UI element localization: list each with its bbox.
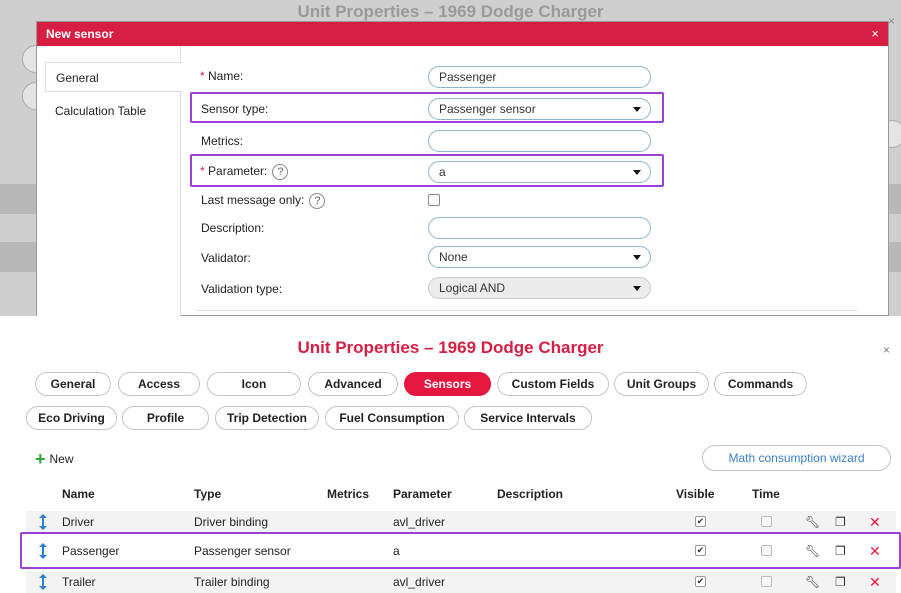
delete-icon[interactable]: ✕ bbox=[869, 571, 881, 593]
sensor-parameter: avl_driver bbox=[393, 515, 446, 529]
tab-fuel-consumption[interactable]: Fuel Consumption bbox=[325, 406, 459, 430]
drag-handle-icon[interactable] bbox=[39, 514, 47, 530]
tab-sensors[interactable]: Sensors bbox=[404, 372, 491, 396]
wrench-icon[interactable]: 🔧︎ bbox=[805, 571, 820, 593]
dialog-sidebar: General Calculation Table bbox=[37, 46, 182, 316]
tab-general[interactable]: General bbox=[45, 62, 182, 92]
visible-checkbox[interactable]: ✔ bbox=[695, 576, 706, 587]
tab-commands[interactable]: Commands bbox=[714, 372, 807, 396]
highlight-box bbox=[190, 92, 664, 123]
description-label: Description: bbox=[201, 221, 265, 235]
highlight-box bbox=[190, 154, 664, 187]
column-header-name: Name bbox=[62, 487, 95, 501]
help-icon[interactable]: ? bbox=[309, 193, 326, 209]
sensor-type: Driver binding bbox=[194, 515, 269, 529]
description-input[interactable] bbox=[428, 217, 651, 239]
column-header-time: Time bbox=[752, 487, 780, 501]
validation-type-select[interactable]: Logical AND bbox=[428, 277, 651, 299]
table-row[interactable]: Driver Driver binding avl_driver ✔ 🔧︎ ❐ … bbox=[26, 511, 896, 533]
dialog-title: New sensor bbox=[46, 27, 114, 41]
tab-calculation-table[interactable]: Calculation Table bbox=[45, 96, 182, 126]
close-icon[interactable]: × bbox=[883, 343, 890, 357]
tab-access[interactable]: Access bbox=[118, 372, 200, 396]
column-header-metrics: Metrics bbox=[327, 487, 370, 501]
sensor-type: Trailer binding bbox=[194, 575, 270, 589]
column-header-visible: Visible bbox=[676, 487, 715, 501]
tab-profile[interactable]: Profile bbox=[122, 406, 209, 430]
visible-checkbox[interactable]: ✔ bbox=[695, 516, 706, 527]
tab-service-intervals[interactable]: Service Intervals bbox=[464, 406, 592, 430]
column-header-parameter: Parameter bbox=[393, 487, 452, 501]
last-message-only-label: Last message only:? bbox=[201, 193, 326, 209]
unit-properties-window: Unit Properties – 1969 Dodge Charger × G… bbox=[0, 321, 901, 593]
new-sensor-button[interactable]: + New bbox=[35, 449, 74, 470]
math-consumption-wizard-button[interactable]: Math consumption wizard bbox=[702, 445, 891, 471]
copy-icon[interactable]: ❐ bbox=[835, 511, 846, 533]
last-message-only-checkbox[interactable] bbox=[428, 194, 440, 206]
divider bbox=[196, 310, 857, 311]
window-title: Unit Properties – 1969 Dodge Charger bbox=[297, 338, 604, 357]
background-close-icon: × bbox=[887, 14, 895, 28]
sensor-parameter: avl_driver bbox=[393, 575, 446, 589]
validator-label: Validator: bbox=[201, 251, 251, 265]
tab-eco-driving[interactable]: Eco Driving bbox=[26, 406, 117, 430]
tab-general[interactable]: General bbox=[35, 372, 111, 396]
metrics-input[interactable] bbox=[428, 130, 651, 152]
new-sensor-screenshot: Unit Properties – 1969 Dodge Charger × N… bbox=[0, 0, 901, 316]
time-checkbox[interactable] bbox=[761, 576, 772, 587]
metrics-label: Metrics: bbox=[201, 134, 243, 148]
sensor-name: Driver bbox=[62, 515, 94, 529]
tab-custom-fields[interactable]: Custom Fields bbox=[497, 372, 609, 396]
copy-icon[interactable]: ❐ bbox=[835, 571, 846, 593]
tab-unit-groups[interactable]: Unit Groups bbox=[614, 372, 709, 396]
close-icon[interactable]: × bbox=[871, 22, 879, 46]
sensor-name: Trailer bbox=[62, 575, 96, 589]
tab-advanced[interactable]: Advanced bbox=[308, 372, 398, 396]
plus-icon: + bbox=[35, 449, 46, 469]
validation-type-label: Validation type: bbox=[201, 282, 283, 296]
name-label: * Name: bbox=[200, 69, 244, 83]
dialog-header: New sensor × bbox=[37, 22, 888, 46]
tab-icon[interactable]: Icon bbox=[207, 372, 301, 396]
new-sensor-dialog: New sensor × General Calculation Table *… bbox=[36, 21, 889, 316]
validator-select[interactable]: None bbox=[428, 246, 651, 268]
delete-icon[interactable]: ✕ bbox=[869, 511, 881, 533]
name-input[interactable]: Passenger bbox=[428, 66, 651, 88]
time-checkbox[interactable] bbox=[761, 516, 772, 527]
tab-trip-detection[interactable]: Trip Detection bbox=[215, 406, 319, 430]
highlight-box bbox=[20, 532, 901, 569]
background-window-title: Unit Properties – 1969 Dodge Charger bbox=[297, 2, 604, 21]
column-header-description: Description bbox=[497, 487, 564, 501]
drag-handle-icon[interactable] bbox=[39, 574, 47, 590]
column-header-type: Type bbox=[194, 487, 222, 501]
table-row[interactable]: Trailer Trailer binding avl_driver ✔ 🔧︎ … bbox=[26, 571, 896, 593]
wrench-icon[interactable]: 🔧︎ bbox=[805, 511, 820, 533]
